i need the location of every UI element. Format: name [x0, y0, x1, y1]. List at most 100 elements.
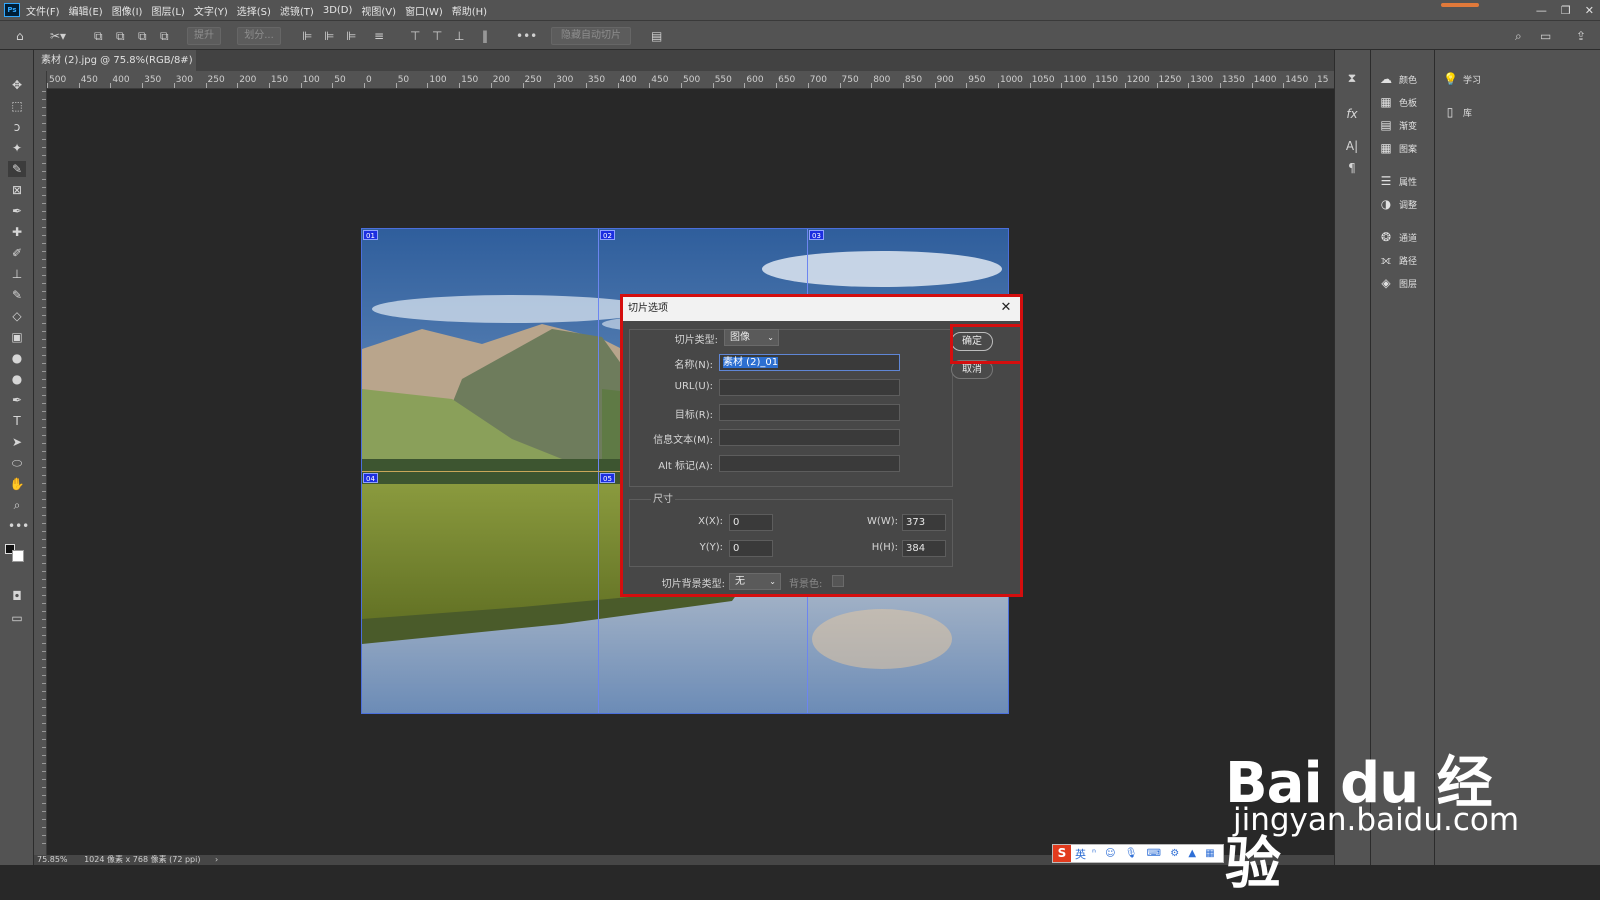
- gradient-tool-icon[interactable]: ▣: [8, 329, 26, 345]
- menu-type[interactable]: 文字(Y): [194, 3, 228, 18]
- url-input[interactable]: [719, 379, 900, 396]
- panel-pattern[interactable]: ▦ 图案: [1379, 139, 1417, 157]
- blur-tool-icon[interactable]: ●: [8, 350, 26, 366]
- h-input[interactable]: 384: [902, 540, 946, 557]
- ime-tool-icons[interactable]: ⁿ ☺ 🎙 ⌨ ⚙ ▲ ▦: [1092, 848, 1218, 859]
- arrange-front-icon[interactable]: ⧉: [94, 27, 103, 45]
- panel-gradient[interactable]: ▤ 渐变: [1379, 116, 1417, 134]
- hand-tool-icon[interactable]: ✋: [8, 476, 26, 492]
- minimize-icon[interactable]: —: [1536, 4, 1547, 17]
- search-icon[interactable]: ⌕: [1515, 27, 1522, 45]
- pen-tool-icon[interactable]: ✒: [8, 392, 26, 408]
- panel-color[interactable]: ☁ 颜色: [1379, 70, 1417, 88]
- status-arrow-icon[interactable]: ›: [215, 855, 218, 864]
- home-icon[interactable]: ⌂: [16, 27, 24, 45]
- slice-badge-03[interactable]: 03: [809, 230, 824, 240]
- more-tools-icon[interactable]: •••: [8, 518, 29, 534]
- dodge-tool-icon[interactable]: ●: [8, 371, 26, 387]
- panel-layers[interactable]: ◈ 图层: [1379, 274, 1417, 292]
- paragraph-icon[interactable]: ¶: [1343, 160, 1361, 176]
- ime-language[interactable]: 英: [1075, 846, 1086, 862]
- name-input[interactable]: 素材 (2)_01: [719, 354, 900, 371]
- arrange-backward-icon[interactable]: ⧉: [138, 27, 147, 45]
- panel-adjustments[interactable]: ◑ 调整: [1379, 195, 1417, 213]
- share-icon[interactable]: ⇪: [1576, 27, 1586, 45]
- path-select-icon[interactable]: ➤: [8, 434, 26, 450]
- menu-help[interactable]: 帮助(H): [452, 3, 487, 18]
- zoom-tool-icon[interactable]: ⌕: [8, 497, 26, 513]
- menu-3d[interactable]: 3D(D): [323, 5, 353, 16]
- align-left-icon[interactable]: ⊫: [302, 27, 312, 45]
- menu-view[interactable]: 视图(V): [361, 3, 396, 18]
- slice-type-select[interactable]: 图像 ⌄: [724, 329, 779, 346]
- type-tool-icon[interactable]: T: [8, 413, 26, 429]
- chevron-down-icon: ⌄: [767, 333, 774, 342]
- menu-filter[interactable]: 滤镜(T): [280, 3, 314, 18]
- panel-paths[interactable]: ⟗ 路径: [1379, 251, 1417, 269]
- align-middle-icon[interactable]: ⊤: [432, 27, 442, 45]
- arrange-forward-icon[interactable]: ⧉: [116, 27, 125, 45]
- menu-edit[interactable]: 编辑(E): [69, 3, 103, 18]
- y-input[interactable]: 0: [729, 540, 773, 557]
- panel-properties[interactable]: ☰ 属性: [1379, 172, 1417, 190]
- bg-type-select[interactable]: 无 ⌄: [729, 573, 781, 590]
- healing-tool-icon[interactable]: ✚: [8, 224, 26, 240]
- move-tool-icon[interactable]: ✥: [8, 77, 26, 93]
- message-input[interactable]: [719, 429, 900, 446]
- eyedropper-tool-icon[interactable]: ✒: [8, 203, 26, 219]
- panel-learn[interactable]: 💡 学习: [1443, 70, 1481, 88]
- hide-auto-slices-button[interactable]: 隐藏自动切片: [551, 27, 631, 45]
- slice-tool-icon[interactable]: ✎: [8, 161, 26, 177]
- align-center-icon[interactable]: ⊫: [324, 27, 334, 45]
- slice-options-icon[interactable]: ▤: [651, 27, 662, 45]
- align-top-icon[interactable]: ⊤: [410, 27, 420, 45]
- brush-tool-icon[interactable]: ✐: [8, 245, 26, 261]
- history-icon[interactable]: ⧗: [1343, 70, 1361, 86]
- magic-wand-tool-icon[interactable]: ✦: [8, 140, 26, 156]
- x-input[interactable]: 0: [729, 514, 773, 531]
- promote-button[interactable]: 提升: [187, 27, 221, 45]
- slice-badge-05[interactable]: 05: [600, 473, 615, 483]
- restore-icon[interactable]: ❐: [1561, 4, 1571, 17]
- sogou-logo-icon[interactable]: S: [1053, 845, 1071, 862]
- marquee-tool-icon[interactable]: ⬚: [8, 98, 26, 114]
- document-tab[interactable]: 素材 (2).jpg @ 75.8%(RGB/8#) * ×: [34, 50, 196, 87]
- frame-tool-icon[interactable]: ⊠: [8, 182, 26, 198]
- menu-layer[interactable]: 图层(L): [151, 3, 184, 18]
- dialog-close-icon[interactable]: ✕: [998, 300, 1014, 316]
- align-bottom-icon[interactable]: ⊥: [454, 27, 464, 45]
- distribute-icon[interactable]: ≡: [374, 27, 384, 45]
- slice-badge-01[interactable]: 01: [363, 230, 378, 240]
- alt-input[interactable]: [719, 455, 900, 472]
- divide-button[interactable]: 划分...: [237, 27, 281, 45]
- menu-image[interactable]: 图像(I): [112, 3, 143, 18]
- slice-tool-icon[interactable]: ✂▾: [50, 27, 66, 45]
- quick-mask-icon[interactable]: ◘: [8, 588, 26, 604]
- menu-select[interactable]: 选择(S): [237, 3, 271, 18]
- lasso-tool-icon[interactable]: ↄ: [8, 119, 26, 135]
- workspace-icon[interactable]: ▭: [1540, 27, 1551, 45]
- slice-badge-02[interactable]: 02: [600, 230, 615, 240]
- stamp-tool-icon[interactable]: ⊥: [8, 266, 26, 282]
- target-input[interactable]: [719, 404, 900, 421]
- character-icon[interactable]: A|: [1343, 138, 1361, 154]
- menu-window[interactable]: 窗口(W): [405, 3, 443, 18]
- history-brush-icon[interactable]: ✎: [8, 287, 26, 303]
- close-window-icon[interactable]: ✕: [1585, 4, 1594, 17]
- screen-mode-icon[interactable]: ▭: [8, 610, 26, 626]
- zoom-level[interactable]: 75.85%: [37, 855, 68, 864]
- panel-swatches[interactable]: ▦ 色板: [1379, 93, 1417, 111]
- eraser-tool-icon[interactable]: ◇: [8, 308, 26, 324]
- align-right-icon[interactable]: ⊫: [346, 27, 356, 45]
- fx-icon[interactable]: fx: [1343, 106, 1361, 122]
- w-input[interactable]: 373: [902, 514, 946, 531]
- arrange-back-icon[interactable]: ⧉: [160, 27, 169, 45]
- slice-badge-04[interactable]: 04: [363, 473, 378, 483]
- menu-file[interactable]: 文件(F): [26, 3, 60, 18]
- panel-channels[interactable]: ❂ 通道: [1379, 228, 1417, 246]
- shape-tool-icon[interactable]: ⬭: [8, 455, 26, 471]
- more-icon[interactable]: •••: [516, 27, 537, 45]
- background-color-swatch[interactable]: [12, 550, 24, 562]
- panel-library[interactable]: ▯ 库: [1443, 103, 1472, 121]
- distribute-v-icon[interactable]: ‖: [482, 27, 488, 45]
